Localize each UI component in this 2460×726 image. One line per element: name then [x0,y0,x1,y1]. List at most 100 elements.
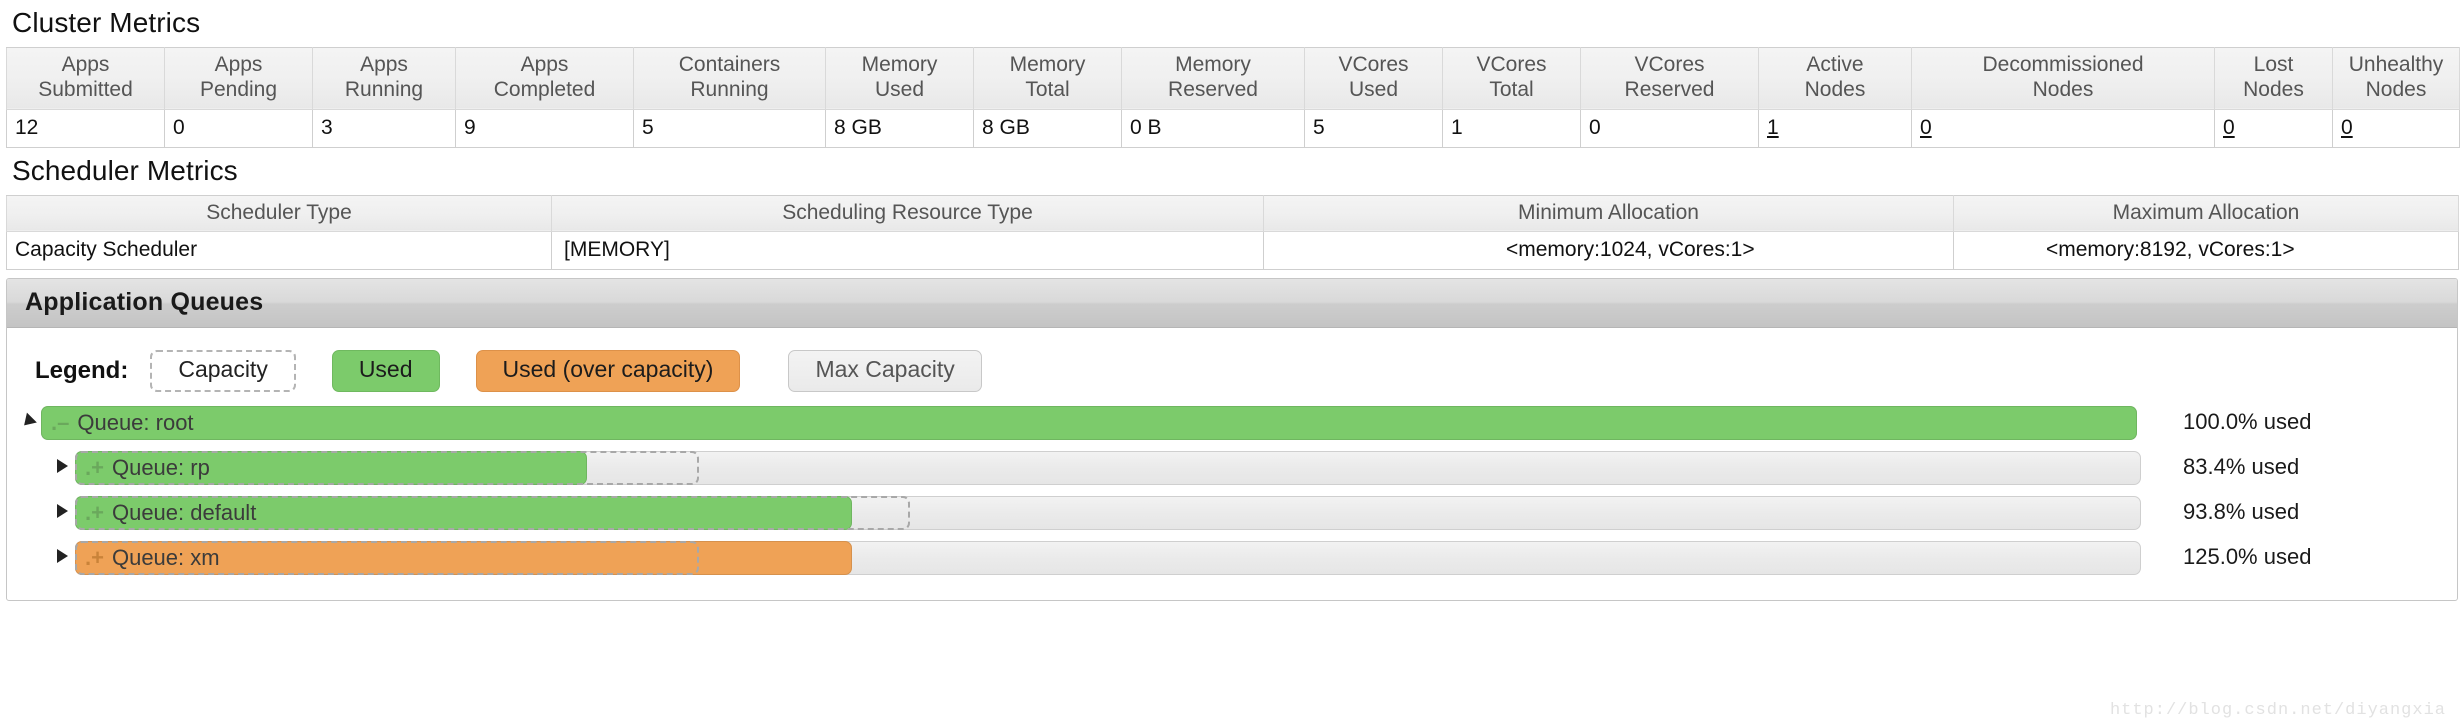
col-vcores-used[interactable]: VCores Used [1304,46,1443,111]
col-lost-nodes[interactable]: Lost Nodes [2214,46,2333,111]
col-line1: VCores [1338,52,1409,76]
queue-expand-toggle-icon[interactable] [49,548,75,567]
queue-plus-icon[interactable]: .+ [85,545,104,571]
col-apps-running[interactable]: Apps Running [312,46,456,111]
queue-bar[interactable]: .+ Queue: xm [75,540,2141,575]
queue-name: Queue: default [111,499,257,525]
queue-label[interactable]: .– Queue: root [51,406,194,440]
application-queues-header: Application Queues [7,279,2457,329]
col-memory-reserved[interactable]: Memory Reserved [1121,46,1305,111]
col-active-nodes[interactable]: Active Nodes [1758,46,1912,111]
col-unhealthy-nodes[interactable]: Unhealthy Nodes [2332,46,2460,111]
col-line2: Total [1025,78,1070,102]
col-line2: Used [874,78,925,102]
queue-row[interactable]: .+ Queue: xm 125.0% used [7,539,2457,577]
queue-plus-icon[interactable]: .+ [85,500,104,526]
queue-row[interactable]: .– Queue: root 100.0% used [7,404,2457,442]
queue-used-percent: 125.0% used [2183,543,2312,569]
queue-used-percent: 83.4% used [2183,453,2300,479]
queue-expand-toggle-icon[interactable] [49,503,75,522]
col-memory-used[interactable]: Memory Used [825,46,974,111]
col-scheduling-resource-type[interactable]: Scheduling Resource Type [551,194,1264,233]
queue-label[interactable]: .+ Queue: xm [85,541,220,575]
val-apps-completed: 9 [455,109,634,149]
val-active-nodes: 1 [1758,109,1912,149]
col-line2: Nodes [2243,78,2304,102]
col-line2: Pending [199,78,278,102]
triangle-right-icon [56,503,68,518]
col-line1: Memory [861,52,938,76]
cluster-metrics-title: Cluster Metrics [12,7,201,38]
cluster-metrics-header-row: Apps Submitted Apps Pending Apps Running Ap… [6,46,2460,111]
queue-label[interactable]: .+ Queue: default [85,496,256,530]
col-line1: VCores [1476,52,1547,76]
queue-row[interactable]: .+ Queue: rp 83.4% used [7,449,2457,487]
queue-bar[interactable]: .+ Queue: default [75,495,2141,530]
triangle-right-icon [56,458,68,473]
queue-bar[interactable]: .– Queue: root [41,405,2137,440]
val-unhealthy-nodes: 0 [2332,109,2460,149]
queue-list: .– Queue: root 100.0% used .+ Queue: rp 83.4%… [7,400,2457,598]
val-minimum-allocation: <memory:1024, vCores:1> [1263,231,1954,271]
queue-bar[interactable]: .+ Queue: rp [75,450,2141,485]
val-containers-running: 5 [633,109,826,149]
col-line1: VCores [1634,52,1705,76]
col-line1: Apps [61,52,110,76]
col-vcores-total[interactable]: VCores Total [1442,46,1581,111]
col-maximum-allocation[interactable]: Maximum Allocation [1953,194,2459,233]
legend-chip-over-capacity: Used (over capacity) [475,350,741,392]
col-line2: Total [1489,78,1534,102]
scheduler-metrics-header-row: Scheduler Type Scheduling Resource Type … [6,194,2459,233]
val-vcores-reserved: 0 [1580,109,1759,149]
val-apps-pending: 0 [164,109,313,149]
scheduler-metrics-table: Scheduler Type Scheduling Resource Type … [6,194,2459,271]
queue-expand-toggle-icon[interactable] [49,458,75,477]
col-apps-pending[interactable]: Apps Pending [164,46,313,111]
col-containers-running[interactable]: Containers Running [633,46,826,111]
application-queues-panel: Application Queues Legend: Capacity Used… [6,278,2458,601]
unhealthy-nodes-link[interactable]: 0 [2341,116,2353,139]
val-scheduler-type: Capacity Scheduler [6,231,552,271]
triangle-right-icon [56,548,68,563]
col-scheduler-type[interactable]: Scheduler Type [6,194,552,233]
col-apps-submitted[interactable]: Apps Submitted [6,46,165,111]
col-decommissioned-nodes[interactable]: Decommissioned Nodes [1911,46,2215,111]
triangle-down-icon [19,412,37,431]
legend: Legend: Capacity Used Used (over capacit… [7,338,2457,399]
queue-used-fill [41,405,2137,440]
lost-nodes-link[interactable]: 0 [2223,116,2235,139]
val-vcores-used: 5 [1304,109,1443,149]
legend-chip-capacity: Capacity [150,350,296,392]
cluster-metrics-table: Apps Submitted Apps Pending Apps Running Ap… [6,46,2460,149]
col-line1: Unhealthy [2348,52,2444,76]
col-memory-total[interactable]: Memory Total [973,46,1122,111]
col-line1: Lost [2253,52,2294,76]
col-line1: Memory [1009,52,1086,76]
queue-collapse-toggle-icon[interactable] [15,412,41,431]
queue-plus-icon[interactable]: .+ [85,455,104,481]
val-vcores-total: 1 [1442,109,1581,149]
col-line1: Apps [360,52,408,76]
scheduler-metrics-value-row: Capacity Scheduler [MEMORY] <memory:1024… [6,231,2459,271]
watermark: http://blog.csdn.net/diyangxia [2109,701,2446,720]
col-line2: Running [690,78,769,102]
val-memory-reserved: 0 B [1121,109,1305,149]
queue-row[interactable]: .+ Queue: default 93.8% used [7,494,2457,532]
val-memory-total: 8 GB [973,109,1122,149]
scheduler-metrics-title: Scheduler Metrics [12,155,238,187]
col-line2: Nodes [2032,78,2094,102]
legend-chip-used: Used [331,350,440,392]
col-line2: Nodes [1804,78,1866,102]
legend-chip-max-capacity: Max Capacity [788,350,982,392]
queue-minus-icon[interactable]: .– [51,410,69,436]
decommissioned-nodes-link[interactable]: 0 [1920,116,1932,139]
queue-label[interactable]: .+ Queue: rp [85,451,210,485]
active-nodes-link[interactable]: 1 [1767,116,1779,139]
col-apps-completed[interactable]: Apps Completed [455,46,634,111]
val-scheduling-resource-type: [MEMORY] [551,231,1264,271]
queue-name: Queue: root [77,409,194,435]
col-minimum-allocation[interactable]: Minimum Allocation [1263,194,1954,233]
legend-label: Legend: [35,357,129,385]
col-line2: Reserved [1168,78,1258,102]
col-vcores-reserved[interactable]: VCores Reserved [1580,46,1759,111]
